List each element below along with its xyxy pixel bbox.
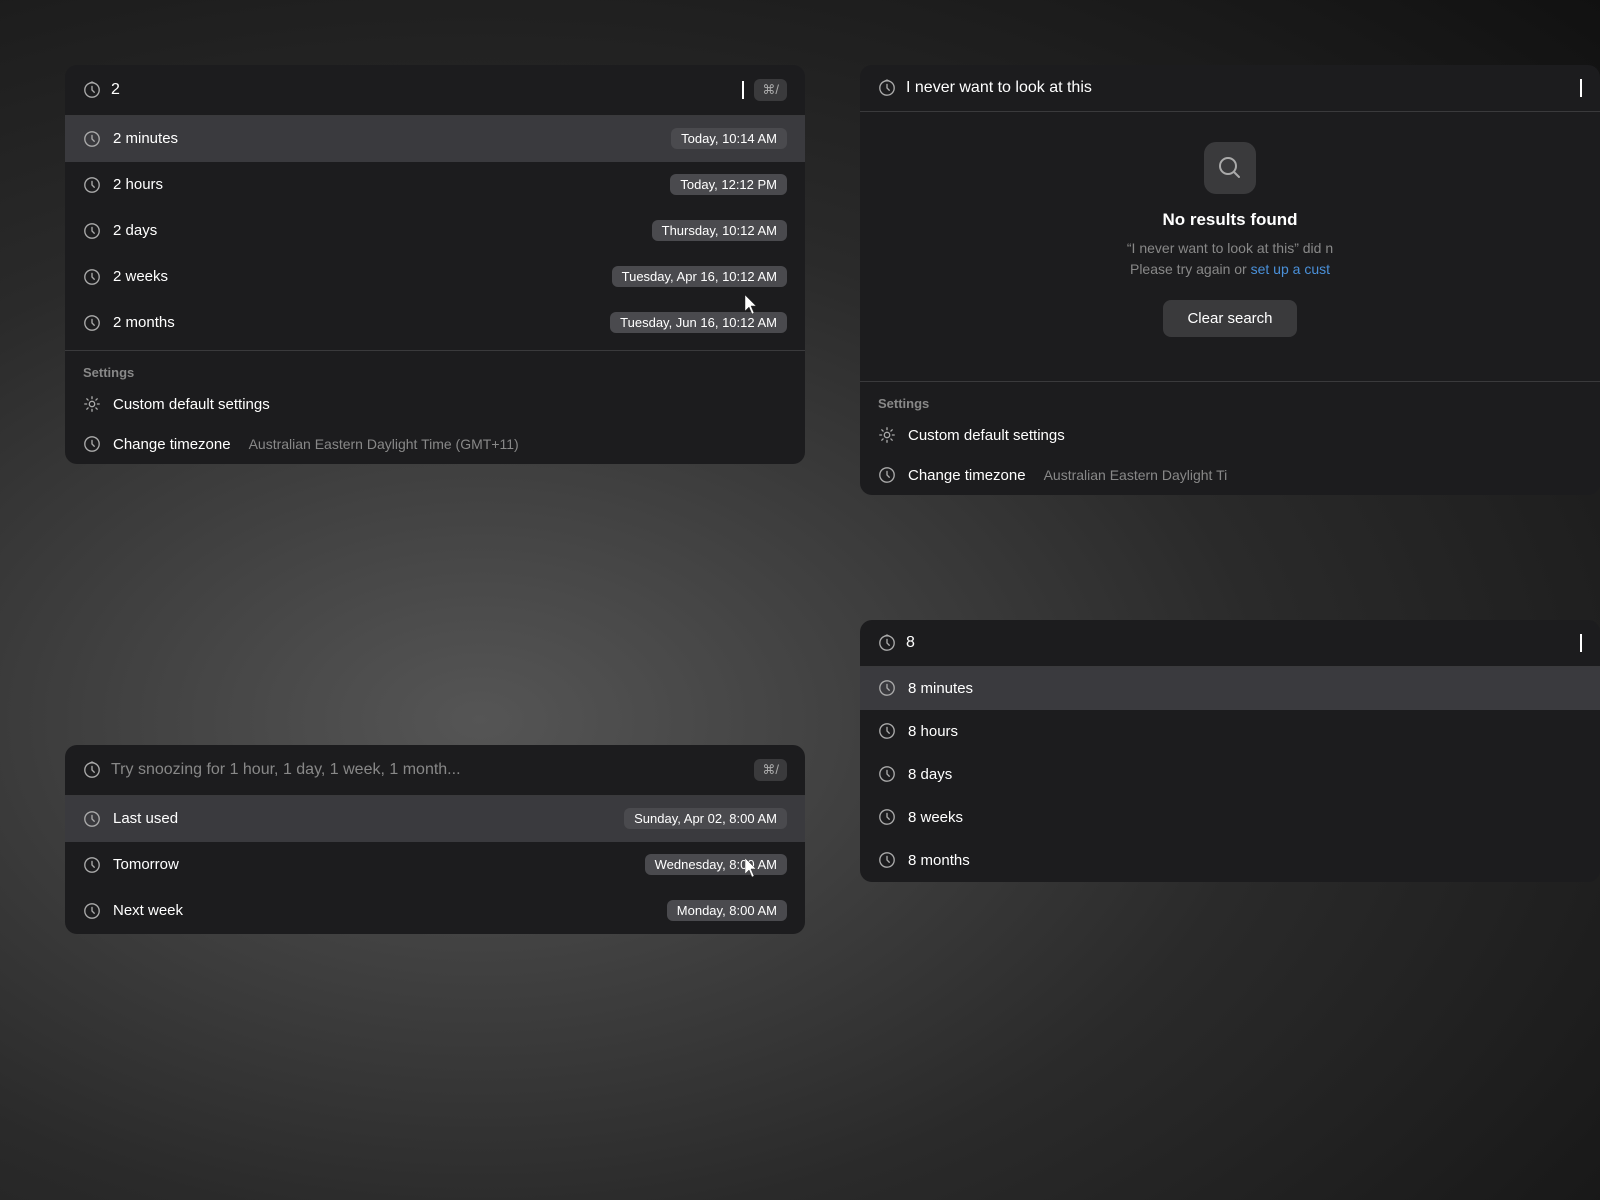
snooze-icon-tl [83, 81, 101, 99]
clock-icon-next-week [83, 902, 101, 920]
custom-snooze-link[interactable]: set up a cust [1251, 261, 1330, 277]
snooze-icon-bl [83, 761, 101, 779]
result-label-2wk: 2 weeks [113, 268, 600, 285]
result-label-tomorrow: Tomorrow [113, 856, 633, 873]
settings-tz-label-tl: Change timezone [113, 436, 231, 453]
cursor-br [1580, 634, 1582, 652]
result-item-2mo[interactable]: 2 months Tuesday, Jun 16, 10:12 AM [65, 300, 805, 346]
panel-top-left: 2 ⌘/ 2 minutes Today, 10:14 AM 2 hours T… [65, 65, 805, 464]
kbd-shortcut-tl: ⌘/ [754, 79, 787, 101]
clock-icon-2mo [83, 314, 101, 332]
search-input-tl[interactable]: 2 [111, 81, 731, 99]
settings-tz-sublabel-tl: Australian Eastern Daylight Time (GMT+11… [249, 436, 519, 452]
settings-timezone-tl[interactable]: Change timezone Australian Eastern Dayli… [65, 424, 805, 464]
result-label-2day: 2 days [113, 222, 640, 239]
result-date-2wk: Tuesday, Apr 16, 10:12 AM [612, 266, 787, 287]
result-date-tomorrow: Wednesday, 8:00 AM [645, 854, 787, 875]
settings-header-tr: Settings [860, 386, 1600, 415]
result-item-8min[interactable]: 8 minutes [860, 667, 1600, 710]
settings-header-tl: Settings [65, 355, 805, 384]
result-date-last-used: Sunday, Apr 02, 8:00 AM [624, 808, 787, 829]
search-bar-bl[interactable]: Try snoozing for 1 hour, 1 day, 1 week, … [65, 745, 805, 796]
settings-tz-sublabel-tr: Australian Eastern Daylight Ti [1044, 467, 1228, 483]
result-item-last-used[interactable]: Last used Sunday, Apr 02, 8:00 AM [65, 796, 805, 842]
snooze-icon-tr [878, 79, 896, 97]
snooze-icon-br [878, 634, 896, 652]
result-item-tomorrow[interactable]: Tomorrow Wednesday, 8:00 AM [65, 842, 805, 888]
result-item-2day[interactable]: 2 days Thursday, 10:12 AM [65, 208, 805, 254]
no-results-section: No results found “I never want to look a… [860, 112, 1600, 377]
result-item-8mo[interactable]: 8 months [860, 839, 1600, 882]
no-results-title: No results found [1162, 210, 1297, 230]
search-bar-br[interactable]: 8 [860, 620, 1600, 667]
result-label-8wk: 8 weeks [908, 809, 1582, 826]
clock-icon-tz-tl [83, 435, 101, 453]
search-bar-tl[interactable]: 2 ⌘/ [65, 65, 805, 116]
settings-custom-label-tr: Custom default settings [908, 427, 1065, 444]
result-label-last-used: Last used [113, 810, 612, 827]
result-item-2hr[interactable]: 2 hours Today, 12:12 PM [65, 162, 805, 208]
clock-icon-8day [878, 765, 896, 783]
settings-timezone-tr[interactable]: Change timezone Australian Eastern Dayli… [860, 455, 1600, 495]
clock-icon-8min [878, 679, 896, 697]
clock-icon-2min [83, 130, 101, 148]
result-label-next-week: Next week [113, 902, 655, 919]
result-item-8day[interactable]: 8 days [860, 753, 1600, 796]
divider-tl [65, 350, 805, 351]
gear-icon-tl [83, 395, 101, 413]
result-item-2wk[interactable]: 2 weeks Tuesday, Apr 16, 10:12 AM [65, 254, 805, 300]
result-label-2min: 2 minutes [113, 130, 659, 147]
settings-tz-label-tr: Change timezone [908, 467, 1026, 484]
clear-search-button[interactable]: Clear search [1163, 300, 1296, 337]
result-label-8mo: 8 months [908, 852, 1582, 869]
clock-icon-tomorrow [83, 856, 101, 874]
clock-icon-last-used [83, 810, 101, 828]
settings-custom-tl[interactable]: Custom default settings [65, 384, 805, 424]
result-item-8wk[interactable]: 8 weeks [860, 796, 1600, 839]
kbd-shortcut-bl: ⌘/ [754, 759, 787, 781]
clock-icon-2day [83, 222, 101, 240]
no-results-icon [1204, 142, 1256, 194]
panel-top-right: I never want to look at this No results … [860, 65, 1600, 495]
result-date-next-week: Monday, 8:00 AM [667, 900, 787, 921]
panel-bottom-left: Try snoozing for 1 hour, 1 day, 1 week, … [65, 745, 805, 934]
result-label-8min: 8 minutes [908, 680, 1582, 697]
result-label-2hr: 2 hours [113, 176, 658, 193]
cursor-tr [1580, 79, 1582, 97]
clock-icon-8mo [878, 851, 896, 869]
result-item-2min[interactable]: 2 minutes Today, 10:14 AM [65, 116, 805, 162]
divider-tr [860, 381, 1600, 382]
result-item-next-week[interactable]: Next week Monday, 8:00 AM [65, 888, 805, 934]
panel-bottom-right: 8 8 minutes 8 hours 8 days 8 weeks [860, 620, 1600, 882]
settings-custom-tr[interactable]: Custom default settings [860, 415, 1600, 455]
result-date-2day: Thursday, 10:12 AM [652, 220, 787, 241]
result-date-2hr: Today, 12:12 PM [670, 174, 787, 195]
no-results-desc: “I never want to look at this” did n Ple… [1127, 238, 1333, 280]
search-placeholder-bl: Try snoozing for 1 hour, 1 day, 1 week, … [111, 761, 461, 779]
result-label-2mo: 2 months [113, 314, 598, 331]
clock-icon-2hr [83, 176, 101, 194]
result-label-8hr: 8 hours [908, 723, 1582, 740]
search-bar-tr[interactable]: I never want to look at this [860, 65, 1600, 112]
clock-icon-tz-tr [878, 466, 896, 484]
clock-icon-2wk [83, 268, 101, 286]
cursor-tl [742, 81, 744, 99]
result-label-8day: 8 days [908, 766, 1582, 783]
result-item-8hr[interactable]: 8 hours [860, 710, 1600, 753]
clock-icon-8wk [878, 808, 896, 826]
result-date-2min: Today, 10:14 AM [671, 128, 787, 149]
settings-custom-label-tl: Custom default settings [113, 396, 270, 413]
clock-icon-8hr [878, 722, 896, 740]
search-input-tr[interactable]: I never want to look at this [906, 79, 1569, 97]
search-input-br[interactable]: 8 [906, 634, 1569, 652]
gear-icon-tr [878, 426, 896, 444]
result-date-2mo: Tuesday, Jun 16, 10:12 AM [610, 312, 787, 333]
